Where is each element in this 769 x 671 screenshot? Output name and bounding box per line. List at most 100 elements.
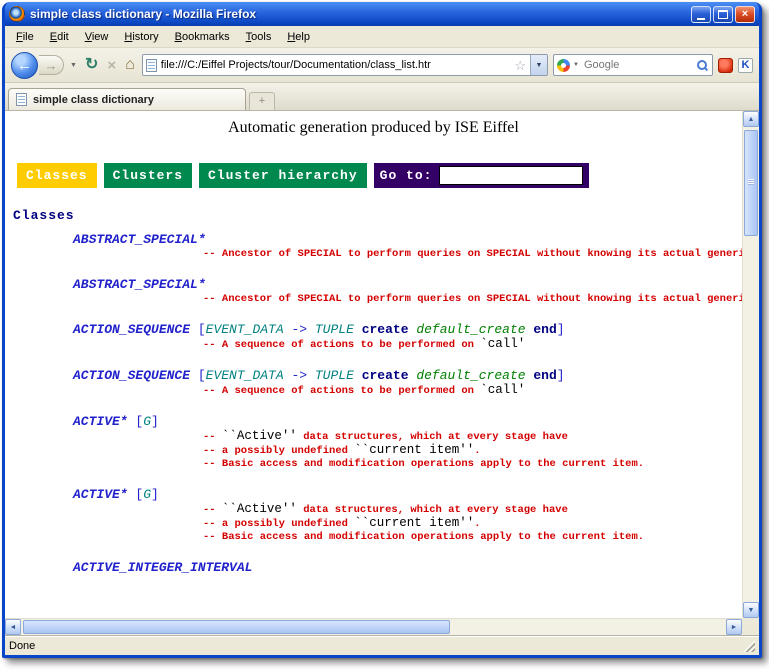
code-punct: [ xyxy=(128,487,144,502)
menu-bar: File Edit View History Bookmarks Tools H… xyxy=(5,26,759,48)
scroll-left-icon[interactable]: ◄ xyxy=(5,619,21,635)
code-comment: -- Ancestor of SPECIAL to perform querie… xyxy=(203,293,742,305)
class-entry-name[interactable]: ACTIVE_INTEGER_INTERVAL xyxy=(5,559,742,576)
class-entry: ACTION_SEQUENCE [EVENT_DATA -> TUPLE cre… xyxy=(5,321,742,352)
search-input[interactable] xyxy=(582,58,693,72)
code-class: ACTION_SEQUENCE xyxy=(73,368,190,383)
menu-tools[interactable]: Tools xyxy=(239,28,279,46)
code-punct: ] xyxy=(557,368,565,383)
class-entry-comment: -- ``Active'' data structures, which at … xyxy=(5,503,742,517)
class-entry-name[interactable]: ACTION_SEQUENCE [EVENT_DATA -> TUPLE cre… xyxy=(5,321,742,338)
close-button[interactable]: × xyxy=(735,6,755,23)
favicon-page-icon xyxy=(146,59,157,72)
code-class: ACTIVE_INTEGER_INTERVAL xyxy=(73,560,252,575)
class-entry-comment: -- A sequence of actions to be performed… xyxy=(5,338,742,352)
class-entry-name[interactable]: ACTIVE* [G] xyxy=(5,413,742,430)
class-entry: ACTIVE* [G]-- ``Active'' data structures… xyxy=(5,413,742,471)
status-bar: Done xyxy=(5,635,759,655)
code-feature: default_create xyxy=(416,322,525,337)
class-entry: ABSTRACT_SPECIAL*-- Ancestor of SPECIAL … xyxy=(5,231,742,261)
resize-grip[interactable] xyxy=(742,639,755,652)
code-generic: G xyxy=(143,487,151,502)
class-entry-name[interactable]: ACTIVE* [G] xyxy=(5,486,742,503)
code-punct: [ xyxy=(190,368,206,383)
clusters-button[interactable]: Clusters xyxy=(104,163,192,188)
code-punct: -> xyxy=(284,368,315,383)
url-input[interactable]: file:///C:/Eiffel Projects/tour/Document… xyxy=(161,59,511,71)
horizontal-scrollbar[interactable]: ◄ ► xyxy=(5,618,742,635)
code-punct: -> xyxy=(284,322,315,337)
menu-view[interactable]: View xyxy=(78,28,116,46)
menu-history[interactable]: History xyxy=(117,28,165,46)
tab-label: simple class dictionary xyxy=(33,94,154,106)
code-punct xyxy=(354,322,362,337)
search-bar[interactable]: ▼ xyxy=(553,54,713,76)
code-comment: -- Ancestor of SPECIAL to perform querie… xyxy=(203,248,742,260)
tab-page-icon xyxy=(16,93,27,106)
code-comment: -- A sequence of actions to be performed… xyxy=(203,339,480,351)
google-logo-icon[interactable] xyxy=(557,59,570,72)
class-entry-comment: -- ``Active'' data structures, which at … xyxy=(5,430,742,444)
code-class: ACTION_SEQUENCE xyxy=(73,322,190,337)
classes-button[interactable]: Classes xyxy=(17,163,97,188)
code-quoted: ``current item'' xyxy=(354,443,474,457)
tab-simple-class-dictionary[interactable]: simple class dictionary xyxy=(8,88,246,110)
history-dropdown-icon[interactable]: ▼ xyxy=(69,62,78,69)
menu-bookmarks[interactable]: Bookmarks xyxy=(168,28,237,46)
scroll-up-icon[interactable]: ▲ xyxy=(743,111,759,127)
menu-file[interactable]: File xyxy=(9,28,41,46)
vertical-scrollbar[interactable]: ▲ ▼ xyxy=(742,111,759,618)
scroll-right-icon[interactable]: ► xyxy=(726,619,742,635)
goto-panel: Go to: xyxy=(374,163,590,188)
goto-input[interactable] xyxy=(439,166,583,185)
addon-icon-red[interactable] xyxy=(718,58,733,73)
class-entry-name[interactable]: ACTION_SEQUENCE [EVENT_DATA -> TUPLE cre… xyxy=(5,367,742,384)
minimize-button[interactable] xyxy=(691,6,711,23)
scroll-down-icon[interactable]: ▼ xyxy=(743,602,759,618)
horizontal-scroll-thumb[interactable] xyxy=(23,620,450,634)
page-nav-row: Classes Clusters Cluster hierarchy Go to… xyxy=(17,163,742,188)
addon-icon-k[interactable]: K xyxy=(738,58,753,73)
class-entry: ACTIVE_INTEGER_INTERVAL xyxy=(5,559,742,576)
cluster-hierarchy-button[interactable]: Cluster hierarchy xyxy=(199,163,367,188)
back-button[interactable]: ← xyxy=(11,52,38,79)
title-bar[interactable]: simple class dictionary - Mozilla Firefo… xyxy=(5,2,759,26)
goto-label: Go to: xyxy=(380,168,433,183)
bookmark-star-icon[interactable]: ☆ xyxy=(514,59,526,72)
code-feature: default_create xyxy=(416,368,525,383)
reload-icon[interactable]: ↻ xyxy=(83,57,100,73)
new-tab-button[interactable]: + xyxy=(249,92,275,110)
forward-button[interactable]: → xyxy=(39,55,64,75)
code-comment: -- xyxy=(203,504,222,516)
maximize-button[interactable] xyxy=(713,6,733,23)
code-punct xyxy=(354,368,362,383)
code-generic: EVENT_DATA xyxy=(206,368,284,383)
code-keyword: end xyxy=(533,322,556,337)
code-comment: -- Basic access and modification operati… xyxy=(203,531,644,543)
class-entry-name[interactable]: ABSTRACT_SPECIAL* xyxy=(5,276,742,293)
code-generic: TUPLE xyxy=(315,368,354,383)
code-quoted: `call' xyxy=(480,337,525,351)
vertical-scroll-thumb[interactable] xyxy=(744,130,758,236)
navigation-toolbar: ← → ▼ ↻ × ⌂ file:///C:/Eiffel Projects/t… xyxy=(5,48,759,83)
code-quoted: ``Active'' xyxy=(222,429,297,443)
menu-edit[interactable]: Edit xyxy=(43,28,76,46)
class-entry: ACTIVE* [G]-- ``Active'' data structures… xyxy=(5,486,742,544)
class-entry-comment: -- Basic access and modification operati… xyxy=(5,531,742,544)
stop-icon[interactable]: × xyxy=(105,58,118,73)
url-dropdown-button[interactable]: ▼ xyxy=(530,55,547,75)
address-bar[interactable]: file:///C:/Eiffel Projects/tour/Document… xyxy=(142,54,548,76)
code-class: ABSTRACT_SPECIAL* xyxy=(73,277,206,292)
code-comment: -- Basic access and modification operati… xyxy=(203,458,644,470)
home-icon[interactable]: ⌂ xyxy=(123,57,137,73)
code-generic: TUPLE xyxy=(315,322,354,337)
code-comment: data structures, which at every stage ha… xyxy=(297,431,568,443)
class-entry: ACTION_SEQUENCE [EVENT_DATA -> TUPLE cre… xyxy=(5,367,742,398)
class-entry-name[interactable]: ABSTRACT_SPECIAL* xyxy=(5,231,742,248)
search-engine-dropdown-icon[interactable]: ▼ xyxy=(573,62,579,68)
code-keyword: create xyxy=(362,322,409,337)
menu-help[interactable]: Help xyxy=(280,28,317,46)
search-magnifier-icon[interactable] xyxy=(696,59,709,72)
code-comment: -- a possibly undefined xyxy=(203,445,354,457)
class-entry-comment: -- Basic access and modification operati… xyxy=(5,458,742,471)
